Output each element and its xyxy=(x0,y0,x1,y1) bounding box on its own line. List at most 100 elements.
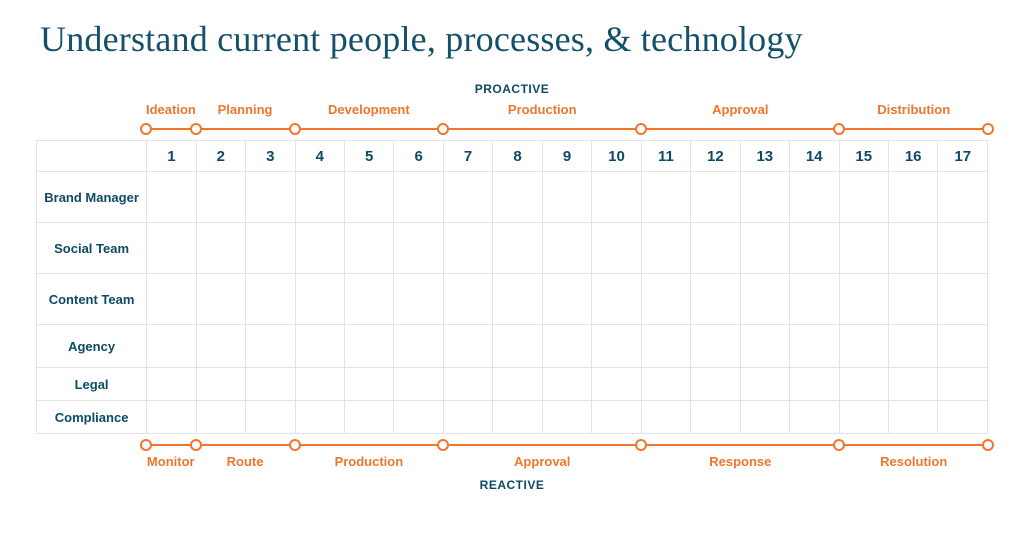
grid-cell xyxy=(443,223,492,274)
grid-cell xyxy=(493,274,542,325)
reactive-phase-label: Resolution xyxy=(839,454,988,469)
grid-cell xyxy=(147,325,196,368)
grid-col-header: 6 xyxy=(394,141,443,172)
grid-cell xyxy=(493,325,542,368)
grid-cell xyxy=(839,172,888,223)
grid-cell xyxy=(790,401,839,434)
grid-col-header: 11 xyxy=(641,141,690,172)
grid-cell xyxy=(790,368,839,401)
grid-cell xyxy=(246,172,295,223)
grid-cell xyxy=(790,325,839,368)
proactive-phase-label: Approval xyxy=(641,102,839,117)
grid-cell xyxy=(740,223,789,274)
proactive-phase-node xyxy=(190,123,202,135)
proactive-phase-node xyxy=(833,123,845,135)
grid-cell xyxy=(740,172,789,223)
grid-cell xyxy=(295,274,344,325)
proactive-phase-node xyxy=(635,123,647,135)
grid-cell xyxy=(839,401,888,434)
reactive-phase-label: Monitor xyxy=(146,454,196,469)
reactive-phase-label: Approval xyxy=(443,454,641,469)
grid-row-header: Social Team xyxy=(37,223,147,274)
grid-cell xyxy=(196,172,245,223)
grid-cell xyxy=(295,223,344,274)
grid-cell xyxy=(888,172,937,223)
grid-cell xyxy=(691,368,740,401)
grid-cell xyxy=(641,172,690,223)
reactive-phase-node xyxy=(190,439,202,451)
grid-cell xyxy=(542,172,591,223)
grid-cell xyxy=(938,223,988,274)
grid-row: Content Team xyxy=(37,274,988,325)
grid-cell xyxy=(196,325,245,368)
grid-row: Legal xyxy=(37,368,988,401)
proactive-label: PROACTIVE xyxy=(36,82,988,96)
grid-cell xyxy=(246,274,295,325)
grid-cell xyxy=(938,274,988,325)
proactive-phase-node xyxy=(289,123,301,135)
reactive-phase-node xyxy=(833,439,845,451)
grid-cell xyxy=(196,274,245,325)
grid-cell xyxy=(790,223,839,274)
proactive-phase-label: Planning xyxy=(196,102,295,117)
reactive-phase-label: Route xyxy=(196,454,295,469)
proactive-phase-node xyxy=(140,123,152,135)
grid-cell xyxy=(740,368,789,401)
grid-cell xyxy=(147,368,196,401)
grid-col-header: 14 xyxy=(790,141,839,172)
grid-col-header: 4 xyxy=(295,141,344,172)
grid-cell xyxy=(691,401,740,434)
grid-cell xyxy=(246,401,295,434)
grid-row: Agency xyxy=(37,325,988,368)
grid-cell xyxy=(246,325,295,368)
grid-cell xyxy=(888,401,937,434)
grid-cell xyxy=(493,368,542,401)
grid-cell xyxy=(394,401,443,434)
grid-cell xyxy=(196,223,245,274)
grid-cell xyxy=(394,223,443,274)
grid-cell xyxy=(542,223,591,274)
grid-cell xyxy=(443,274,492,325)
grid-cell xyxy=(691,172,740,223)
grid-col-header: 1 xyxy=(147,141,196,172)
grid-row-header: Legal xyxy=(37,368,147,401)
proactive-phase-label: Ideation xyxy=(146,102,196,117)
reactive-phase-label: Response xyxy=(641,454,839,469)
grid-cell xyxy=(592,368,641,401)
grid-cell xyxy=(542,325,591,368)
grid-cell xyxy=(691,325,740,368)
grid-cell xyxy=(493,172,542,223)
grid-row-header: Agency xyxy=(37,325,147,368)
grid-cell xyxy=(790,172,839,223)
grid-cell xyxy=(839,325,888,368)
grid-cell xyxy=(394,172,443,223)
proactive-phase-node xyxy=(437,123,449,135)
grid-cell xyxy=(839,368,888,401)
grid-cell xyxy=(344,401,393,434)
grid-cell xyxy=(394,274,443,325)
grid-cell xyxy=(394,325,443,368)
grid-cell xyxy=(295,401,344,434)
grid-cell xyxy=(394,368,443,401)
grid-row-header: Compliance xyxy=(37,401,147,434)
grid-cell xyxy=(443,368,492,401)
grid-cell xyxy=(295,172,344,223)
grid-cell xyxy=(344,325,393,368)
grid-cell xyxy=(592,325,641,368)
grid-cell xyxy=(246,223,295,274)
grid-corner xyxy=(37,141,147,172)
grid-cell xyxy=(641,401,690,434)
grid-cell xyxy=(344,274,393,325)
grid-cell xyxy=(740,401,789,434)
grid-cell xyxy=(839,274,888,325)
grid-col-header: 17 xyxy=(938,141,988,172)
grid-col-header: 3 xyxy=(246,141,295,172)
grid-cell xyxy=(196,401,245,434)
reactive-phase-node xyxy=(982,439,994,451)
proactive-phase-label: Distribution xyxy=(839,102,988,117)
grid-cell xyxy=(147,172,196,223)
grid-cell xyxy=(938,325,988,368)
grid-cell xyxy=(839,223,888,274)
grid-cell xyxy=(443,325,492,368)
proactive-phase-label: Production xyxy=(443,102,641,117)
